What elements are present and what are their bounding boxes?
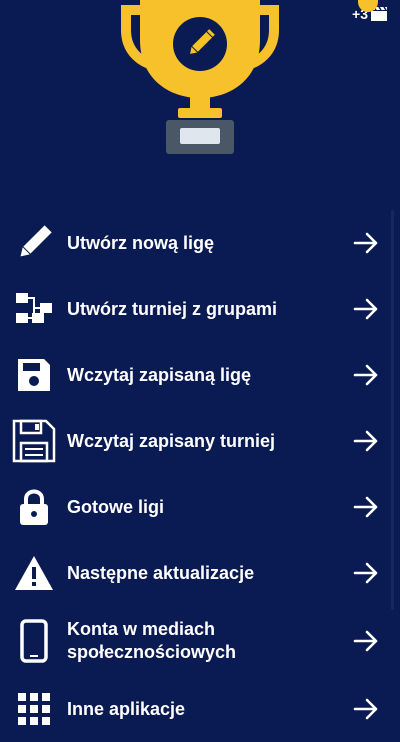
menu-item-label: Utwórz nową ligę: [67, 232, 215, 253]
menu-item-other-apps[interactable]: Inne aplikacje: [0, 676, 400, 742]
menu-item-load-league[interactable]: Wczytaj zapisaną ligę: [0, 342, 400, 408]
bracket-icon: [12, 287, 56, 331]
arrow-right-icon: [353, 496, 378, 518]
menu-item-label: Inne aplikacje: [67, 698, 186, 719]
menu-item-next-updates[interactable]: Następne aktualizacje: [0, 540, 400, 606]
arrow-right-icon: [353, 232, 378, 254]
apps-grid-icon: [12, 687, 56, 731]
menu-item-ready-leagues[interactable]: Gotowe ligi: [0, 474, 400, 540]
menu-item-label: Konta w mediach społecznościowych: [67, 619, 237, 662]
menu-item-load-tournament[interactable]: Wczytaj zapisany turniej: [0, 408, 400, 474]
menu-item-create-tournament[interactable]: Utwórz turniej z grupami: [0, 276, 400, 342]
arrow-right-icon: [353, 630, 378, 652]
arrow-right-icon: [353, 364, 378, 386]
menu-item-social-media[interactable]: Konta w mediach społecznościowych: [0, 606, 400, 676]
main-menu: Utwórz nową ligę Utwórz turniej z grupam…: [0, 210, 400, 742]
pencil-icon: [12, 221, 56, 265]
menu-item-label: Gotowe ligi: [67, 496, 164, 517]
arrow-right-icon: [353, 298, 378, 320]
floppy-outline-icon: [12, 419, 56, 463]
warning-icon: [12, 551, 56, 595]
arrow-right-icon: [353, 562, 378, 584]
rewards-badge[interactable]: +3: [352, 0, 388, 22]
menu-item-label: Następne aktualizacje: [67, 562, 255, 583]
arrow-right-icon: [353, 430, 378, 452]
lock-icon: [12, 485, 56, 529]
arrow-right-icon: [353, 698, 378, 720]
menu-item-label: Wczytaj zapisany turniej: [67, 430, 276, 451]
menu-item-create-league[interactable]: Utwórz nową ligę: [0, 210, 400, 276]
phone-icon: [12, 619, 56, 663]
trophy-logo: [120, 0, 280, 160]
floppy-disk-icon: [12, 353, 56, 397]
menu-item-label: Wczytaj zapisaną ligę: [67, 364, 252, 385]
menu-item-label: Utwórz turniej z grupami: [67, 298, 278, 319]
